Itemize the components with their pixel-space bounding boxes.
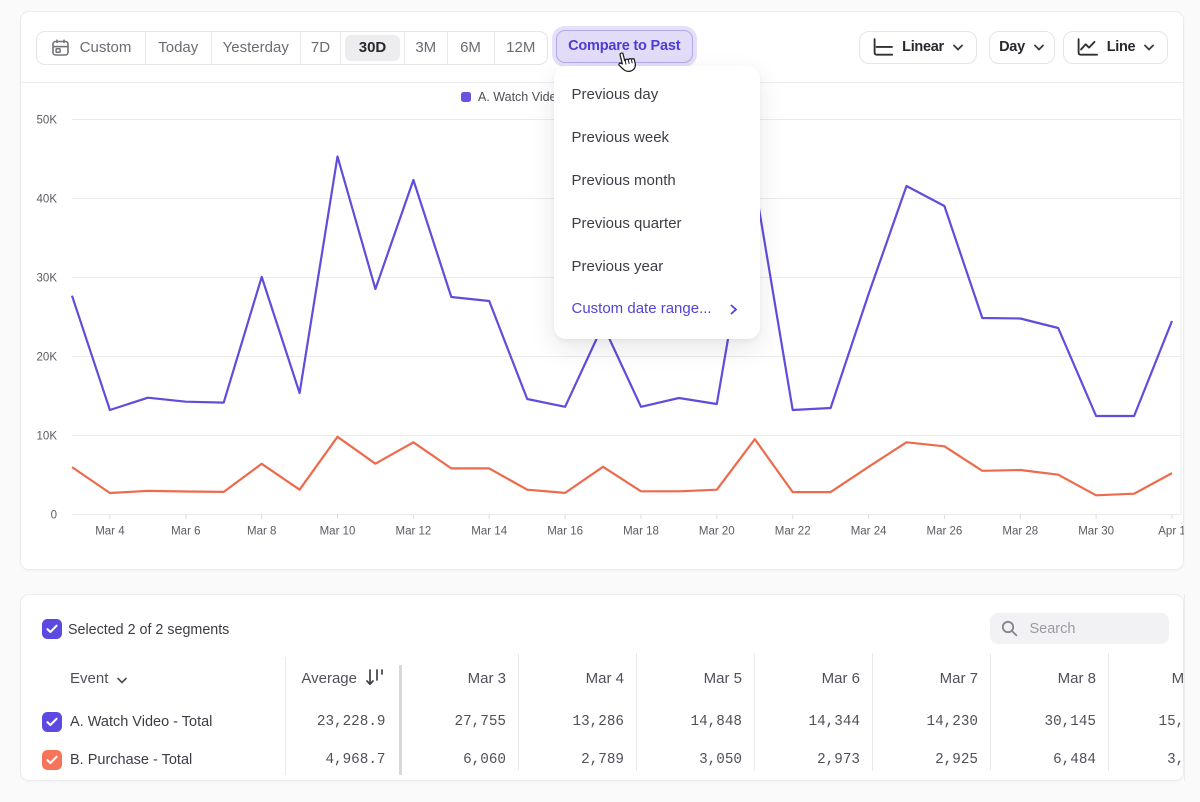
svg-text:10K: 10K	[37, 431, 58, 443]
svg-text:Mar 12: Mar 12	[396, 526, 432, 538]
svg-text:Mar 4: Mar 4	[95, 526, 125, 538]
svg-text:Mar 6: Mar 6	[171, 526, 200, 538]
svg-text:Mar 28: Mar 28	[1002, 526, 1038, 538]
svg-text:Apr 1: Apr 1	[1158, 526, 1184, 538]
svg-text:Mar 26: Mar 26	[927, 526, 963, 538]
svg-text:Mar 30: Mar 30	[1078, 526, 1114, 538]
svg-text:Mar 22: Mar 22	[775, 526, 811, 538]
svg-text:Mar 18: Mar 18	[623, 526, 659, 538]
svg-text:Mar 16: Mar 16	[547, 526, 583, 538]
svg-text:50K: 50K	[37, 115, 58, 127]
svg-text:0: 0	[51, 510, 57, 522]
svg-text:Mar 14: Mar 14	[471, 526, 507, 538]
svg-text:20K: 20K	[37, 352, 58, 364]
svg-text:Mar 10: Mar 10	[320, 526, 356, 538]
svg-text:Mar 8: Mar 8	[247, 526, 276, 538]
svg-text:Mar 24: Mar 24	[851, 526, 887, 538]
svg-text:Mar 20: Mar 20	[699, 526, 735, 538]
svg-text:40K: 40K	[37, 194, 58, 206]
svg-text:30K: 30K	[37, 273, 58, 285]
